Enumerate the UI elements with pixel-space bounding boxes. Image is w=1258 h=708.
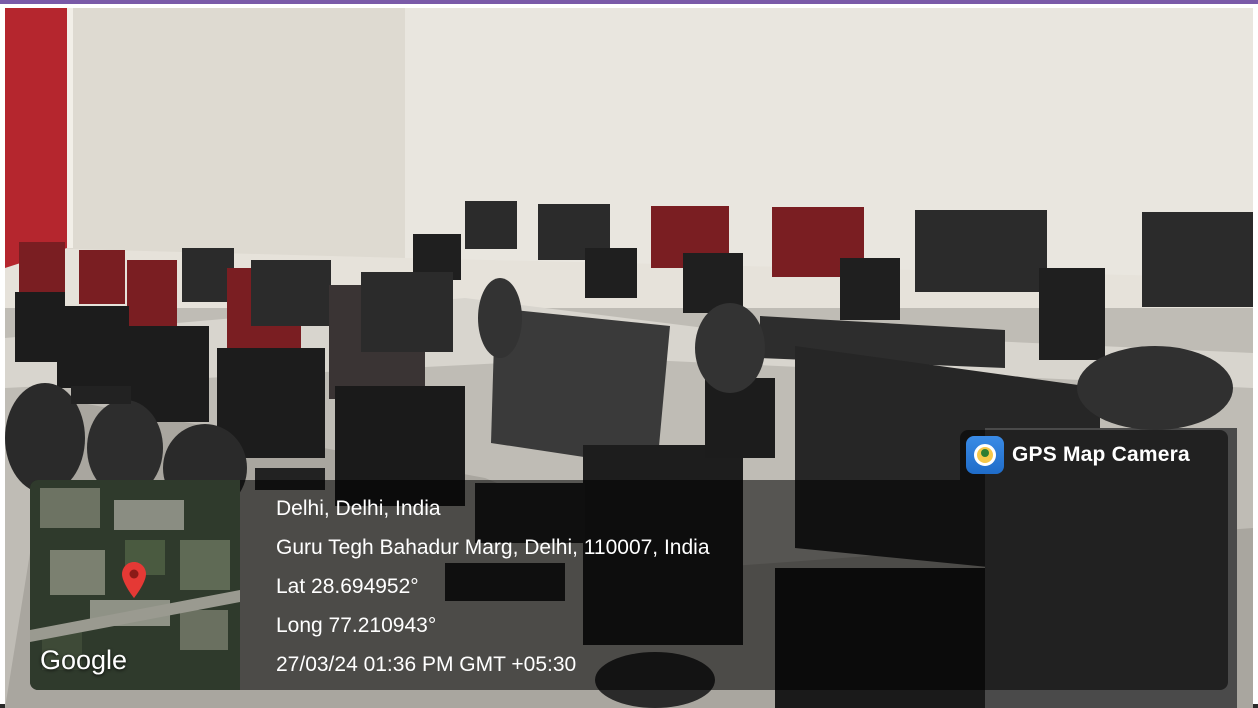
location-pin-icon — [122, 562, 146, 598]
location-details: Delhi, Delhi, India Guru Tegh Bahadur Ma… — [276, 494, 710, 689]
map-thumbnail: Google — [30, 480, 240, 690]
city-line: Delhi, Delhi, India — [276, 497, 441, 520]
gps-map-camera-badge: GPS Map Camera — [960, 430, 1228, 480]
gps-map-camera-icon — [966, 436, 1004, 474]
latitude-line: Lat 28.694952° — [276, 575, 419, 598]
google-logo: Google — [40, 645, 128, 675]
address-line: Guru Tegh Bahadur Marg, Delhi, 110007, I… — [276, 536, 710, 559]
timestamp-line: 27/03/24 01:36 PM GMT +05:30 — [276, 653, 577, 676]
photo-frame: GPS Map Camera Google Delhi, Delhi, Indi… — [0, 0, 1258, 708]
longitude-line: Long 77.210943° — [276, 614, 437, 637]
app-name-label: GPS Map Camera — [1012, 443, 1190, 466]
